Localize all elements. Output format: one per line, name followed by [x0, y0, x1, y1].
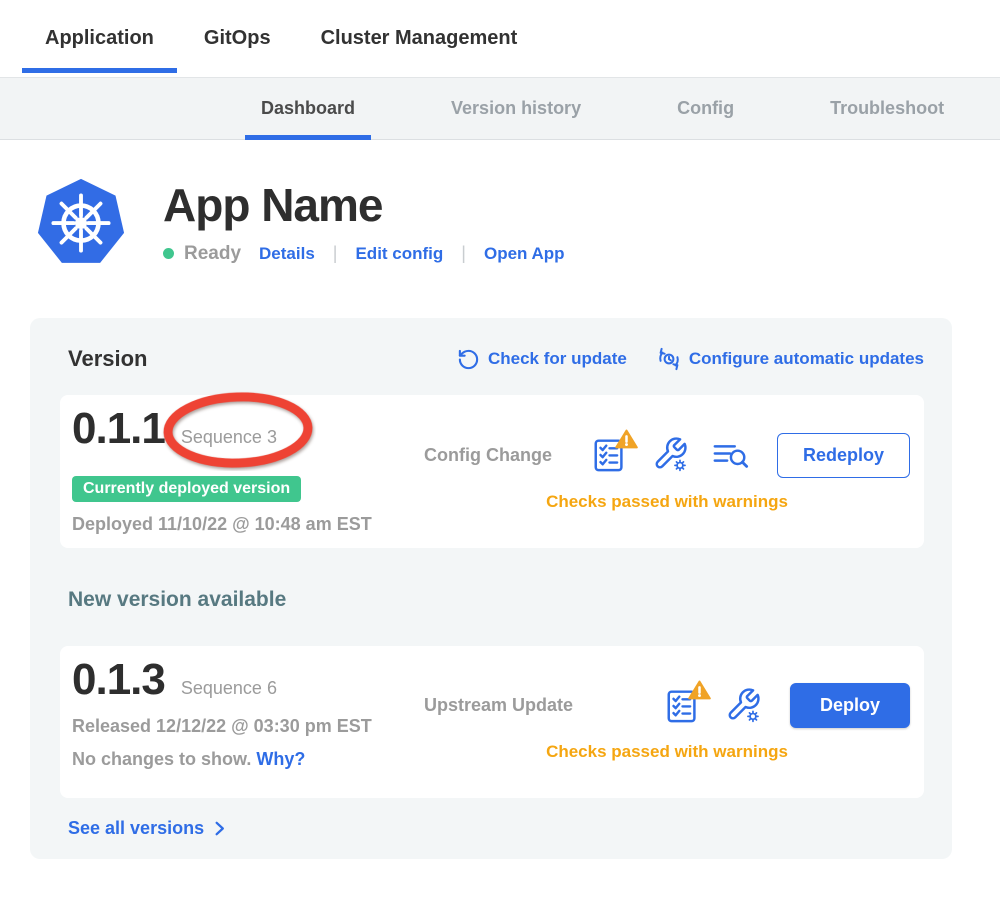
app-header: App Name Ready Details | Edit config | O…	[35, 176, 1000, 272]
top-tab-label: GitOps	[204, 27, 271, 50]
preflight-checks-icon[interactable]	[591, 434, 631, 476]
tab-version-history[interactable]: Version history	[435, 78, 597, 139]
deploy-button[interactable]: Deploy	[790, 683, 910, 728]
view-diff-icon[interactable]	[711, 434, 751, 476]
current-version-source: Config Change	[424, 445, 552, 466]
page-title: App Name	[163, 180, 565, 231]
version-section-title: Version	[68, 346, 147, 372]
top-nav: Application GitOps Cluster Management	[0, 0, 1000, 77]
preflight-checks-icon[interactable]	[664, 685, 704, 727]
check-for-update-label: Check for update	[488, 349, 627, 369]
warning-triangle-icon	[615, 429, 638, 449]
top-tab-label: Cluster Management	[321, 27, 518, 50]
status-dot-icon	[163, 248, 174, 259]
top-tab-gitops[interactable]: GitOps	[181, 0, 294, 77]
separator: |	[461, 243, 466, 264]
current-version-number: 0.1.1	[72, 409, 165, 449]
available-version-card: 0.1.3 Sequence 6 Released 12/12/22 @ 03:…	[60, 646, 924, 798]
released-timestamp: Released 12/12/22 @ 03:30 pm EST	[72, 716, 424, 737]
configure-automatic-updates-label: Configure automatic updates	[689, 349, 924, 369]
current-version-card: 0.1.1 Sequence 3 Currently deployed vers…	[60, 395, 924, 548]
currently-deployed-badge: Currently deployed version	[72, 476, 301, 502]
preflight-status-text: Checks passed with warnings	[424, 492, 910, 512]
why-link[interactable]: Why?	[256, 749, 305, 769]
sub-tab-label: Config	[677, 98, 734, 119]
open-app-link[interactable]: Open App	[484, 244, 565, 264]
sub-tab-label: Version history	[451, 98, 581, 119]
separator: |	[333, 243, 338, 264]
diff-summary: No changes to show. Why?	[72, 749, 424, 770]
refresh-icon	[457, 348, 480, 371]
available-version-source: Upstream Update	[424, 695, 573, 716]
version-panel: Version Check for update C	[30, 318, 952, 859]
check-for-update-link[interactable]: Check for update	[457, 348, 627, 371]
kubernetes-logo-icon	[35, 176, 127, 272]
deployed-timestamp: Deployed 11/10/22 @ 10:48 am EST	[72, 514, 424, 535]
top-tab-label: Application	[45, 27, 154, 50]
diff-summary-text: No changes to show.	[72, 749, 251, 769]
wrench-gear-icon[interactable]	[651, 434, 691, 476]
current-version-sequence: Sequence 3	[181, 427, 277, 448]
warning-triangle-icon	[688, 680, 711, 700]
available-version-number: 0.1.3	[72, 660, 165, 700]
redeploy-button[interactable]: Redeploy	[777, 433, 910, 478]
preflight-status-text: Checks passed with warnings	[424, 742, 910, 762]
top-tab-cluster-management[interactable]: Cluster Management	[298, 0, 541, 77]
chevron-right-icon	[210, 819, 229, 838]
tab-dashboard[interactable]: Dashboard	[245, 78, 371, 139]
sub-tab-label: Dashboard	[261, 98, 355, 119]
status-badge: Ready	[184, 243, 241, 265]
see-all-versions-link[interactable]: See all versions	[68, 818, 229, 839]
available-version-sequence: Sequence 6	[181, 678, 277, 699]
wrench-gear-icon[interactable]	[724, 685, 764, 727]
edit-config-link[interactable]: Edit config	[355, 244, 443, 264]
configure-automatic-updates-link[interactable]: Configure automatic updates	[657, 347, 924, 371]
details-link[interactable]: Details	[259, 244, 315, 264]
sub-tab-label: Troubleshoot	[830, 98, 944, 119]
tab-config[interactable]: Config	[661, 78, 750, 139]
top-tab-application[interactable]: Application	[22, 0, 177, 77]
new-version-heading: New version available	[68, 588, 924, 612]
tab-troubleshoot[interactable]: Troubleshoot	[814, 78, 960, 139]
auto-update-clock-icon	[657, 347, 681, 371]
see-all-versions-label: See all versions	[68, 818, 204, 839]
sub-nav: Dashboard Version history Config Trouble…	[0, 77, 1000, 140]
